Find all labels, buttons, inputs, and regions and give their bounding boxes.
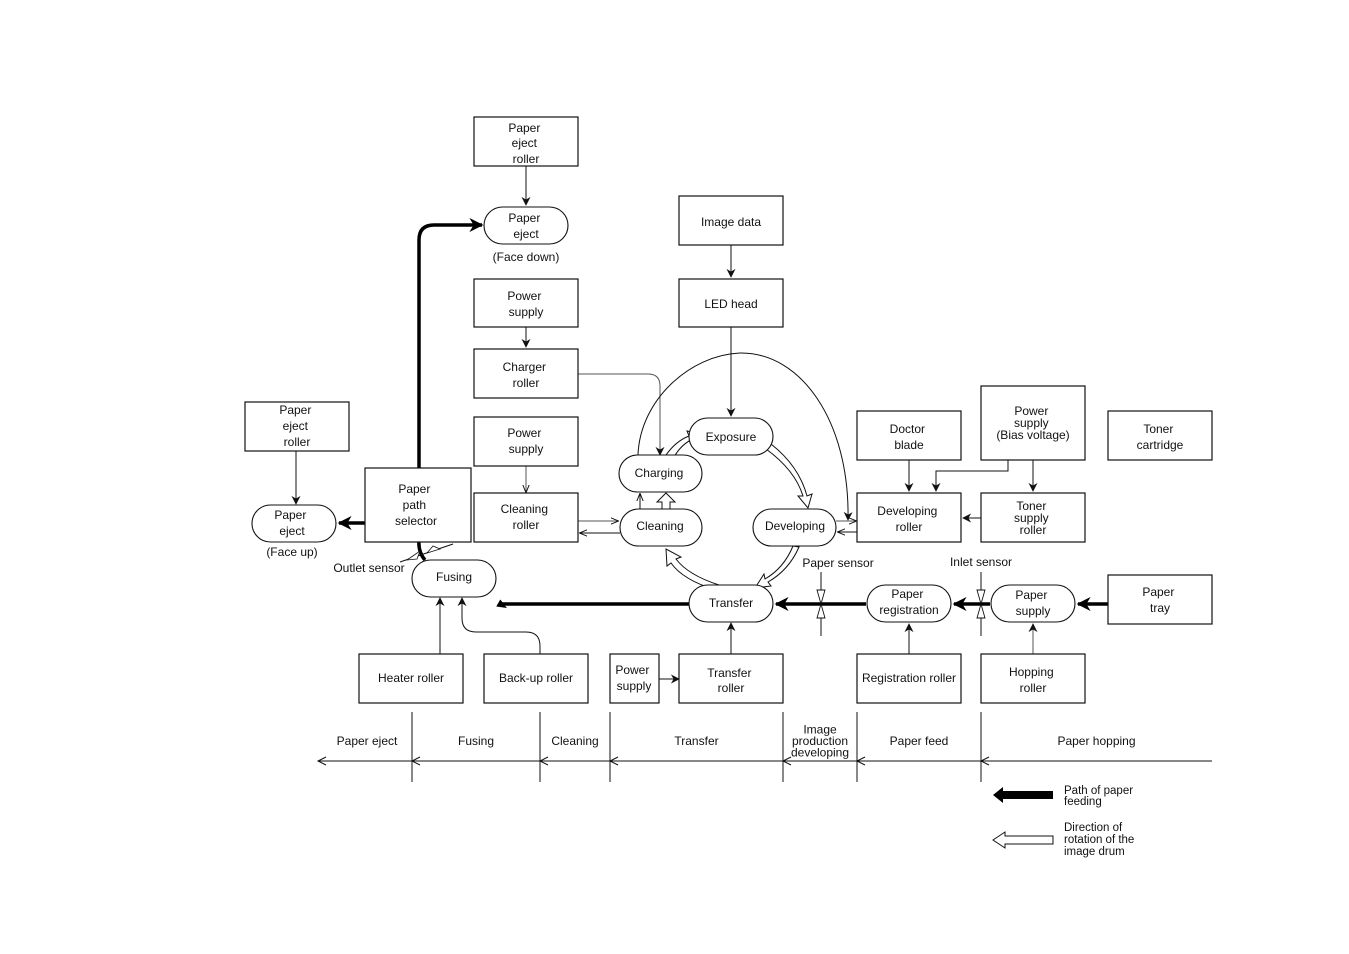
label-inlet-sensor: Inlet sensor bbox=[950, 555, 1012, 569]
timeline-stage-label: Cleaning bbox=[551, 734, 598, 748]
label-toner-supply-roller: Toner supply roller bbox=[1014, 499, 1052, 537]
label-fusing: Fusing bbox=[436, 570, 472, 584]
label-face-down: (Face down) bbox=[493, 250, 560, 264]
legend-drum-rotation-icon bbox=[992, 831, 1054, 849]
label-cleaning: Cleaning bbox=[636, 519, 683, 533]
legend-drum-rotation-label: Direction of rotation of the image drum bbox=[1064, 822, 1138, 858]
legend-paper-path-label: Path of paper feeding bbox=[1064, 785, 1136, 808]
timeline-stage-label: Paper hopping bbox=[1057, 734, 1135, 748]
arrow-charger-to-charging bbox=[578, 373, 665, 456]
timeline-stage-label: Fusing bbox=[458, 734, 494, 748]
legend: Path of paper feeding Direction of rotat… bbox=[992, 785, 1138, 858]
box-paper-tray bbox=[1107, 574, 1213, 625]
drum-arrow-transfer-to-cleaning bbox=[665, 548, 720, 591]
label-heater-roller: Heater roller bbox=[378, 671, 444, 685]
drum-arrow-exposure-to-developing bbox=[765, 443, 813, 510]
label-paper-sensor: Paper sensor bbox=[802, 556, 873, 570]
legend-paper-path-icon bbox=[993, 787, 1053, 803]
label-developing: Developing bbox=[765, 519, 825, 533]
label-outlet-sensor: Outlet sensor bbox=[333, 561, 404, 575]
box-power-supply-charger bbox=[473, 278, 579, 328]
timeline-stage-label: Image production developing bbox=[791, 723, 849, 760]
timeline-stage-label: Transfer bbox=[674, 734, 718, 748]
timeline-labels: Paper eject Fusing Cleaning Transfer Image pr… bbox=[337, 723, 1136, 760]
timeline-stage-label: Paper eject bbox=[337, 734, 398, 748]
drum-arrow-cleaning-to-charging bbox=[655, 492, 677, 510]
timeline-stage-label: Paper feed bbox=[890, 734, 949, 748]
label-paper-eject-roller-top: Paper eject roller bbox=[508, 121, 543, 166]
drum-arrow-developing-to-transfer bbox=[754, 545, 800, 589]
label-face-up: (Face up) bbox=[266, 545, 317, 559]
label-led-head: LED head bbox=[704, 297, 757, 311]
label-registration-roller: Registration roller bbox=[862, 671, 956, 685]
label-paper-eject-roller-left: Paper eject roller bbox=[279, 403, 314, 449]
label-transfer: Transfer bbox=[709, 596, 753, 610]
label-charging: Charging bbox=[635, 466, 684, 480]
label-exposure: Exposure bbox=[706, 430, 757, 444]
printing-process-diagram: Paper eject roller Power supply Charger … bbox=[244, 116, 1213, 858]
arrow-bias-to-developing-roller bbox=[931, 460, 1009, 492]
stage-timeline: Paper eject Fusing Cleaning Transfer Image pr… bbox=[316, 712, 1212, 782]
label-backup-roller: Back-up roller bbox=[499, 671, 573, 685]
label-image-data: Image data bbox=[701, 215, 761, 229]
